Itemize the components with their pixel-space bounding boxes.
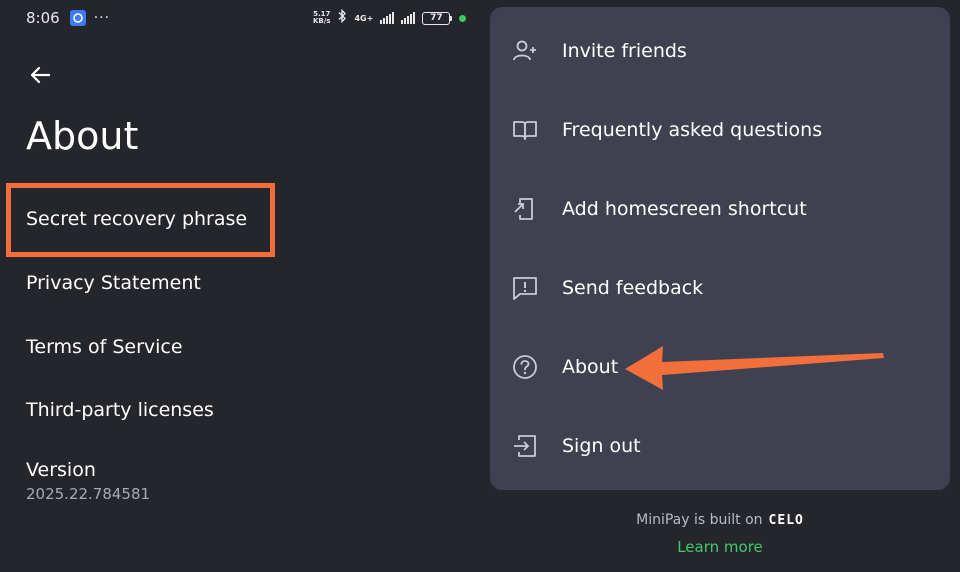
network-type: 4G+	[354, 13, 374, 23]
page-title: About	[26, 114, 139, 158]
version-value: 2025.22.784581	[26, 485, 151, 503]
menu-item-about[interactable]: About	[490, 337, 950, 397]
feedback-icon	[510, 273, 540, 303]
about-screen: 8:06 ··· 5.17 KB/s 4G+ 77 About Secret r…	[0, 0, 480, 572]
app-notification-icon	[69, 10, 86, 26]
signal-icon-1	[380, 12, 395, 24]
menu-label: Sign out	[562, 435, 641, 457]
celo-logo: CELO	[768, 512, 804, 528]
battery-level: 77	[422, 11, 451, 25]
status-bar: 8:06 ··· 5.17 KB/s 4G+ 77	[26, 8, 467, 28]
menu-label: Send feedback	[562, 277, 704, 299]
menu-label: Invite friends	[562, 40, 687, 62]
book-icon	[510, 115, 540, 145]
status-time: 8:06	[26, 9, 60, 27]
menu-item-add-shortcut[interactable]: Add homescreen shortcut	[490, 179, 950, 239]
status-icons: 5.17 KB/s 4G+ 77	[313, 8, 467, 28]
menu-item-faq[interactable]: Frequently asked questions	[490, 100, 950, 160]
net-speed: 5.17 KB/s	[313, 11, 330, 25]
menu-label: About	[562, 356, 619, 378]
person-add-icon	[510, 36, 540, 66]
terms-of-service-item[interactable]: Terms of Service	[26, 336, 183, 358]
battery-icon: 77	[422, 11, 453, 25]
version-label: Version	[26, 459, 96, 481]
menu-item-invite-friends[interactable]: Invite friends	[490, 21, 950, 81]
learn-more-link[interactable]: Learn more	[480, 538, 960, 556]
sign-out-icon	[510, 431, 540, 461]
built-on-text: MiniPay is built on	[636, 512, 763, 528]
back-button[interactable]	[27, 62, 53, 88]
bluetooth-icon	[337, 8, 347, 27]
footer-built-on: MiniPay is built on CELO	[480, 512, 960, 528]
menu-screen: Invite friends Frequently asked question…	[480, 0, 960, 572]
menu-card: Invite friends Frequently asked question…	[490, 7, 950, 490]
menu-label: Frequently asked questions	[562, 119, 823, 141]
arrow-left-icon	[30, 66, 51, 84]
secret-recovery-phrase-item[interactable]: Secret recovery phrase	[26, 208, 247, 230]
help-circle-icon	[510, 352, 540, 382]
privacy-statement-item[interactable]: Privacy Statement	[26, 272, 201, 294]
signal-icon-2	[401, 12, 416, 24]
phone-shortcut-icon	[510, 194, 540, 224]
menu-label: Add homescreen shortcut	[562, 198, 807, 220]
menu-item-sign-out[interactable]: Sign out	[490, 416, 950, 476]
privacy-indicator-dot	[459, 14, 467, 22]
menu-item-send-feedback[interactable]: Send feedback	[490, 258, 950, 318]
third-party-licenses-item[interactable]: Third-party licenses	[26, 399, 214, 421]
net-speed-unit: KB/s	[313, 17, 331, 25]
more-notifications-icon: ···	[93, 10, 111, 26]
